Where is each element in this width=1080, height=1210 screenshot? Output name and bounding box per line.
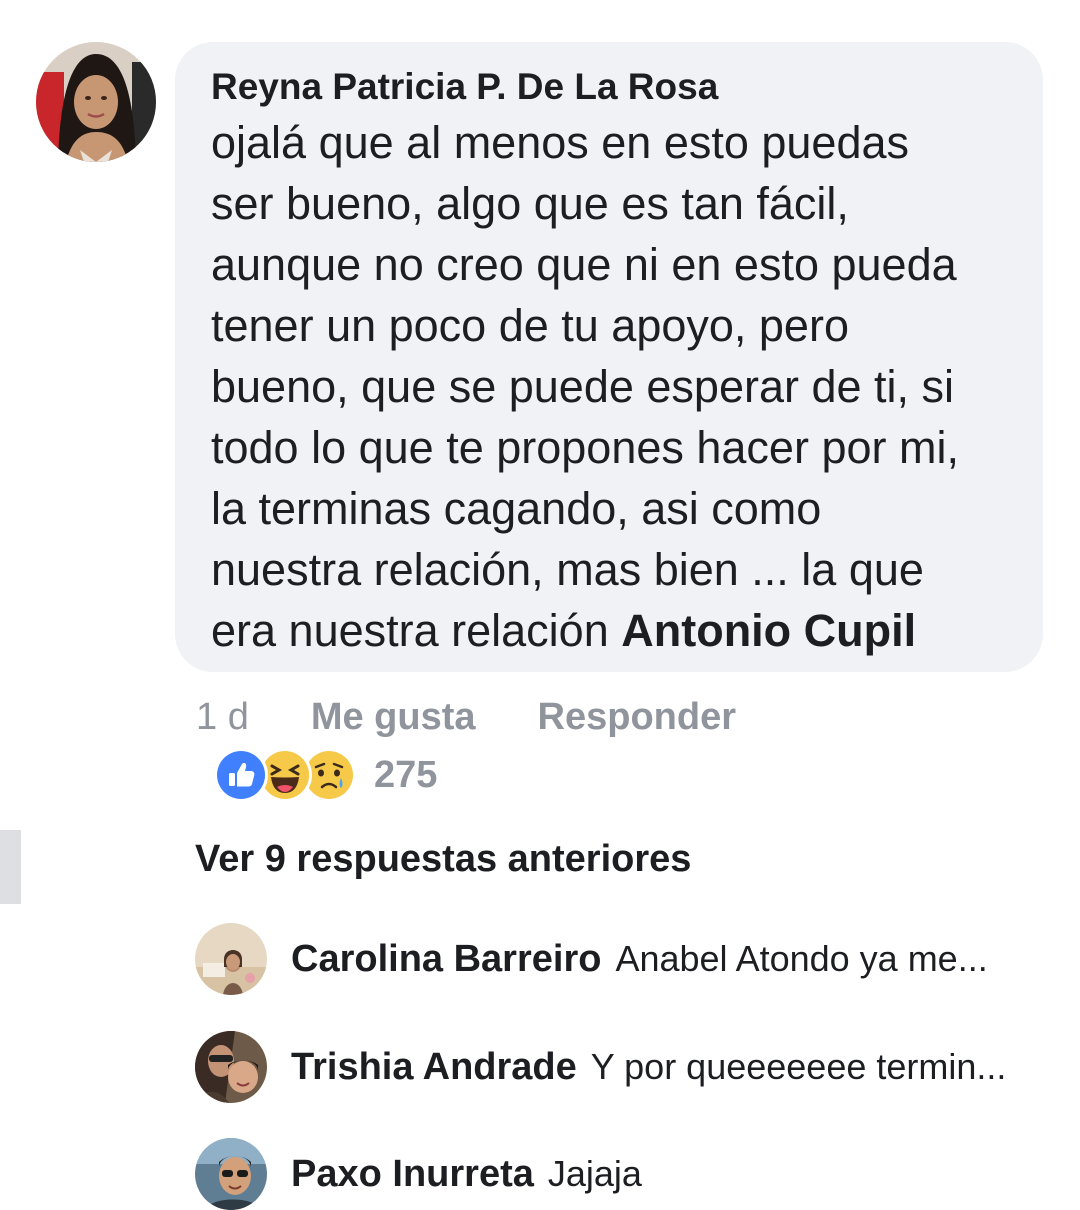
comment-line: nuestra relación, mas bien ... la que <box>211 544 924 595</box>
comment-timestamp[interactable]: 1 d <box>196 696 249 739</box>
reply-avatar[interactable] <box>195 1031 267 1103</box>
comment-line: aunque no creo que ni en esto pueda <box>211 239 957 290</box>
comment-last-line: era nuestra relación Antonio Cupil <box>211 600 1013 661</box>
view-previous-replies-link[interactable]: Ver 9 respuestas anteriores <box>195 838 691 881</box>
reactions-summary[interactable]: 275 <box>214 748 438 802</box>
comment-line: tener un poco de tu apoyo, pero <box>211 300 849 351</box>
like-icon <box>214 748 268 802</box>
thread-indicator <box>0 830 21 904</box>
reply-author[interactable]: Trishia Andrade <box>291 1046 577 1089</box>
reaction-count: 275 <box>374 753 438 796</box>
comment-line: todo lo que te propones hacer por mi, <box>211 422 959 473</box>
comment-author[interactable]: Reyna Patricia P. De La Rosa <box>211 62 1013 112</box>
reply-button[interactable]: Responder <box>538 696 736 739</box>
comment-actions: 1 d Me gusta Responder <box>196 692 798 742</box>
comment-line: ojalá que al menos en esto puedas <box>211 117 910 168</box>
reply-text[interactable]: Anabel Atondo ya me... <box>615 938 987 980</box>
reply-item[interactable]: Carolina Barreiro Anabel Atondo ya me... <box>195 923 988 995</box>
reply-author[interactable]: Paxo Inurreta <box>291 1153 534 1196</box>
reply-avatar[interactable] <box>195 1138 267 1210</box>
reply-text[interactable]: Y por queeeeeee termin... <box>591 1046 1007 1088</box>
reply-item[interactable]: Paxo Inurreta Jajaja <box>195 1138 642 1210</box>
reply-avatar[interactable] <box>195 923 267 995</box>
mention-link[interactable]: Antonio Cupil <box>621 605 916 656</box>
comment-bubble: Reyna Patricia P. De La Rosa ojalá que a… <box>175 42 1043 672</box>
comment-line: bueno, que se puede esperar de ti, si <box>211 361 955 412</box>
commenter-avatar[interactable] <box>36 42 156 162</box>
comment-text: ojalá que al menos en esto puedas ser bu… <box>211 112 1013 661</box>
reply-text[interactable]: Jajaja <box>548 1153 642 1195</box>
comment-line: ser bueno, algo que es tan fácil, <box>211 178 849 229</box>
comment-line: la terminas cagando, asi como <box>211 483 822 534</box>
reply-item[interactable]: Trishia Andrade Y por queeeeeee termin..… <box>195 1031 1006 1103</box>
like-button[interactable]: Me gusta <box>311 696 476 739</box>
reply-author[interactable]: Carolina Barreiro <box>291 938 601 981</box>
comment-line: era nuestra relación <box>211 605 622 656</box>
